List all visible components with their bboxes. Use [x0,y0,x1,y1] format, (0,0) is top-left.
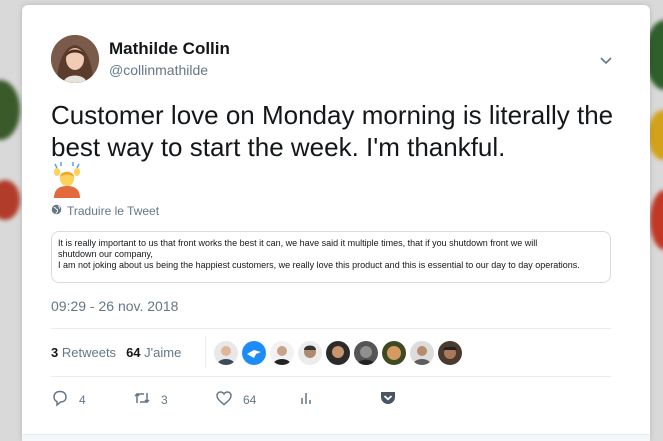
liker-avatar[interactable] [382,341,406,365]
quoted-text-box: It is really important to us that front … [51,231,611,283]
liker-avatar[interactable] [438,341,462,365]
divider [51,376,611,377]
liker-avatar[interactable] [270,341,294,365]
likes-count: 64 [126,345,141,360]
globe-icon [51,204,62,218]
author-name[interactable]: Mathilde Collin [109,39,230,59]
liker-avatar[interactable] [410,341,434,365]
pocket-button[interactable] [379,389,461,410]
analytics-button[interactable] [297,389,379,410]
retweet-count: 3 [161,392,168,407]
avatar-image [51,35,99,83]
quote-line: I am not joking about us being the happi… [58,260,580,270]
liker-avatar[interactable] [242,341,266,365]
like-count: 64 [243,392,257,407]
background-decoration [650,190,663,250]
retweets-label: Retweets [61,345,117,360]
author-avatar[interactable] [51,35,99,83]
quote-line: It is really important to us that front … [58,238,538,248]
retweet-button[interactable]: 3 [133,389,215,410]
tweet-card: Mathilde Collin @collinmathilde Customer… [22,5,650,441]
tweet-timestamp[interactable]: 09:29 - 26 nov. 2018 [51,298,178,314]
reply-icon [51,389,69,410]
background-decoration [0,80,20,140]
translate-label: Traduire le Tweet [67,204,160,218]
likes-stat[interactable]: 64 J'aime [126,345,181,360]
reply-button[interactable]: 4 [51,389,133,410]
liker-avatar[interactable] [326,341,350,365]
liker-avatar[interactable] [214,341,238,365]
likes-label: J'aime [144,345,182,360]
retweets-stat[interactable]: 3 Retweets [51,345,116,360]
background-decoration [648,110,663,160]
author-handle[interactable]: @collinmathilde [109,62,208,78]
background-decoration [0,180,20,220]
divider [205,336,206,368]
likers-avatars [214,341,462,365]
translate-link[interactable]: Traduire le Tweet [51,204,159,218]
quote-line: shutdown our company, [58,249,153,259]
heart-icon [215,389,233,410]
like-button[interactable]: 64 [215,389,297,410]
card-footer [22,434,650,441]
tweet-actions: 4 3 64 [51,389,461,410]
liker-avatar[interactable] [354,341,378,365]
tweet-text: Customer love on Monday morning is liter… [51,100,614,162]
person-raising-hands-emoji [51,162,83,198]
reply-count: 4 [79,392,86,407]
retweet-icon [133,389,151,410]
analytics-icon [297,389,315,410]
pocket-icon [379,389,397,410]
chevron-down-icon[interactable] [598,52,614,68]
tweet-stats: 3 Retweets 64 J'aime [51,345,181,360]
divider [51,328,611,329]
liker-avatar[interactable] [298,341,322,365]
retweets-count: 3 [51,345,59,360]
